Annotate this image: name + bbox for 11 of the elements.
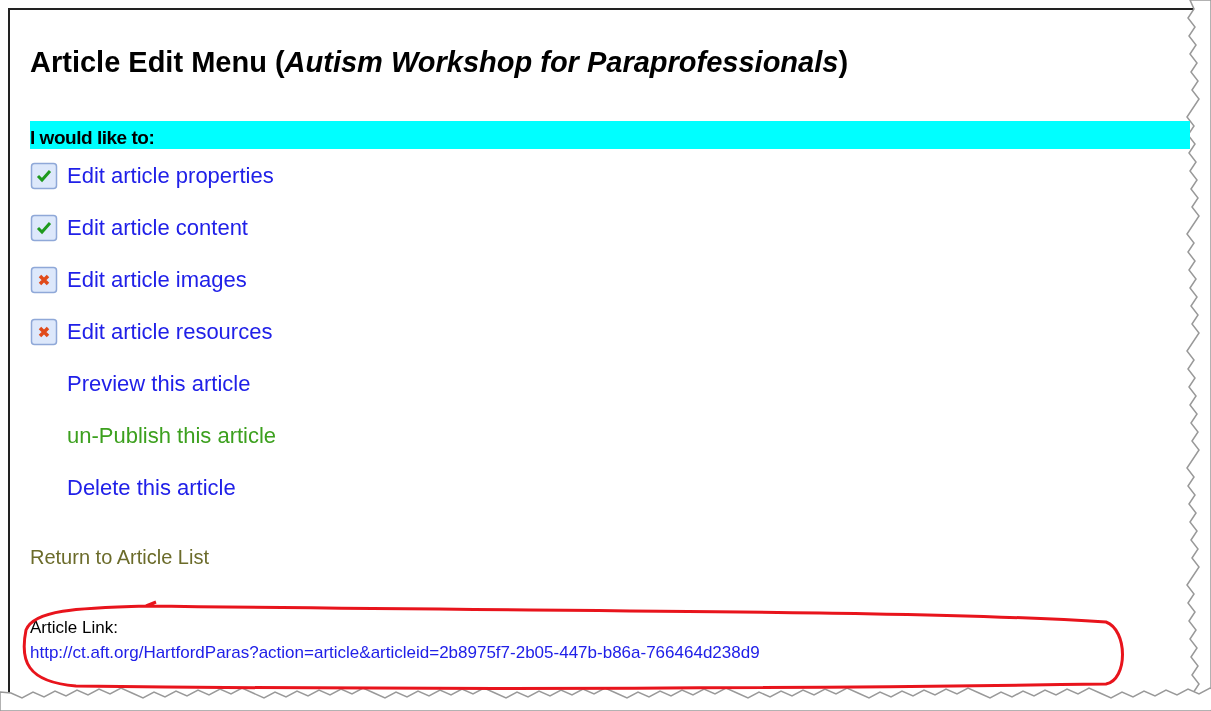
article-link-label: Article Link:: [30, 619, 118, 636]
action-link[interactable]: Edit article images: [67, 269, 247, 291]
article-url-link[interactable]: http://ct.aft.org/HartfordParas?action=article&articleid=2b8975f7-2b05-447b-b86a-766464d238d9: [30, 644, 760, 661]
page-title: Article Edit Menu (Autism Workshop for Paraprofessionals): [30, 48, 849, 77]
return-link[interactable]: Return to Article List: [30, 547, 209, 567]
action-link[interactable]: Delete this article: [67, 477, 236, 499]
action-link[interactable]: Edit article resources: [67, 321, 273, 343]
action-link[interactable]: Preview this article: [67, 373, 251, 395]
action-link[interactable]: Edit article properties: [67, 165, 274, 187]
action-link[interactable]: Edit article content: [67, 217, 248, 239]
section-heading: I would like to:: [30, 127, 155, 149]
